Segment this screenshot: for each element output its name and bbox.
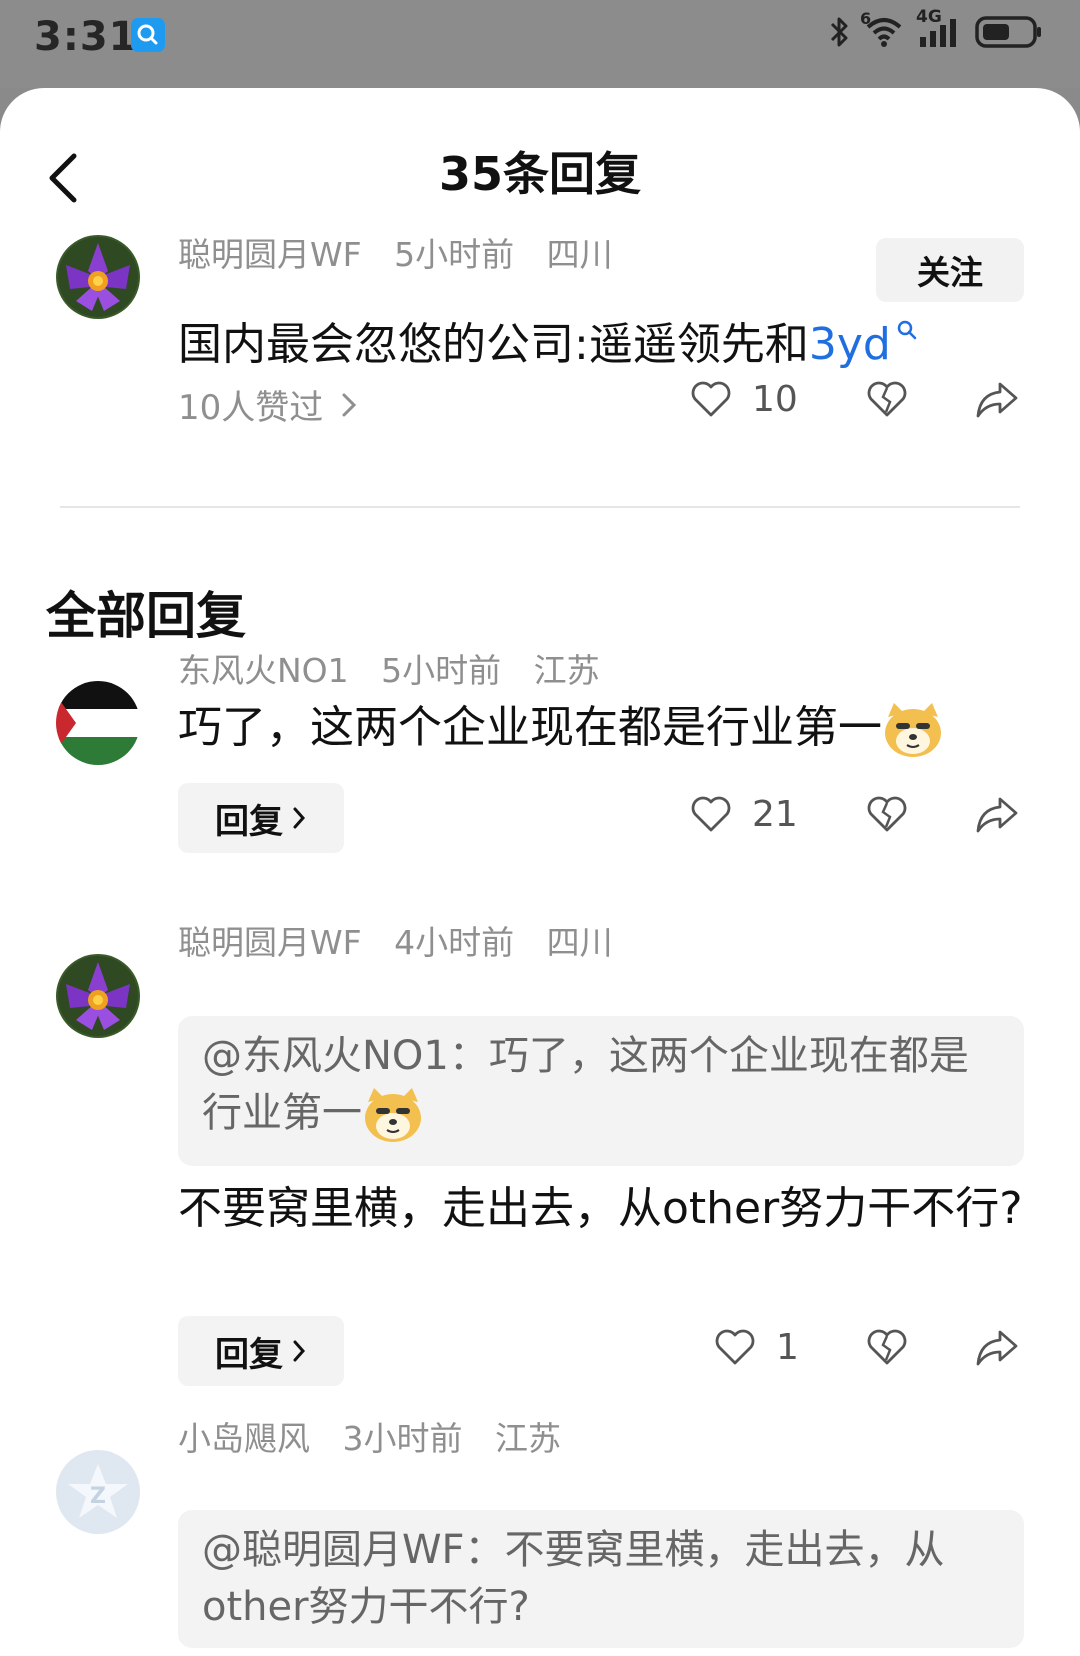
reply-2-like-count: 1 — [776, 1326, 799, 1368]
broken-heart-icon[interactable] — [864, 791, 910, 837]
svg-text:Z: Z — [90, 1484, 106, 1509]
share-icon[interactable] — [974, 376, 1020, 422]
wifi-icon: 6 — [860, 9, 904, 53]
avatar-original-poster[interactable] — [56, 235, 140, 319]
reply-1-time: 5小时前 — [381, 651, 502, 690]
reply-2-time: 4小时前 — [394, 923, 515, 962]
reply-button-2[interactable]: 回复 — [178, 1316, 344, 1386]
status-bar: 3:31 6 4G — [0, 0, 1080, 88]
reply-1-text-body: 巧了，这两个企业现在都是行业第一 — [178, 702, 882, 753]
reply-2-username[interactable]: 聪明圆月WF — [178, 923, 362, 962]
reply-button-1[interactable]: 回复 — [178, 783, 344, 853]
wifi-badge: 6 — [860, 9, 872, 28]
post-actions: 10 — [688, 376, 1020, 422]
network-type: 4G — [916, 7, 942, 27]
page-title: 35条回复 — [438, 147, 641, 201]
chevron-right-icon — [293, 807, 306, 829]
reply-1-username[interactable]: 东风火NO1 — [178, 651, 349, 690]
doge-emoji-icon — [362, 1086, 424, 1144]
reply-3-quote-text: @聪明圆月WF：不要窝里横，走出去，从other努力干不行? — [202, 1527, 945, 1630]
likers-label: 10人赞过 — [178, 388, 324, 428]
bluetooth-icon — [828, 14, 852, 54]
signal-icon: 4G — [916, 7, 962, 53]
chevron-right-icon — [342, 393, 357, 416]
reply-1-meta: 东风火NO1 5小时前 江苏 — [178, 644, 622, 692]
section-title: 全部回复 — [46, 587, 246, 645]
reply-3-location: 江苏 — [495, 1419, 561, 1458]
reply-1-location: 江苏 — [533, 651, 600, 690]
like-count: 10 — [752, 378, 798, 420]
reply-button-2-label: 回复 — [215, 1334, 283, 1375]
likers-link[interactable]: 10人赞过 — [178, 380, 359, 429]
heart-icon[interactable] — [688, 376, 734, 422]
reply-1-text: 巧了，这两个企业现在都是行业第一 — [178, 697, 944, 759]
battery-icon — [974, 14, 1044, 54]
status-icons: 6 4G — [828, 7, 1044, 54]
follow-button[interactable]: 关注 — [876, 238, 1024, 302]
reply-3-username[interactable]: 小岛飓风 — [178, 1419, 310, 1458]
status-time: 3:31 — [34, 14, 138, 60]
reply-1-actions: 21 — [688, 791, 1020, 837]
reply-1-like-count: 21 — [752, 793, 798, 835]
share-icon[interactable] — [974, 1324, 1020, 1370]
search-icon[interactable] — [895, 308, 919, 359]
heart-icon[interactable] — [712, 1324, 758, 1370]
reply-3-time: 3小时前 — [342, 1419, 463, 1458]
avatar-reply-2[interactable] — [56, 954, 140, 1038]
post-time: 5小时前 — [394, 235, 515, 274]
post-username[interactable]: 聪明圆月WF — [178, 235, 362, 274]
reply-2-quote-text: @东风火NO1：巧了，这两个企业现在都是行业第一 — [202, 1033, 969, 1136]
reply-3-quote[interactable]: @聪明圆月WF：不要窝里横，走出去，从other努力干不行? — [178, 1510, 1024, 1648]
reply-2-quote[interactable]: @东风火NO1：巧了，这两个企业现在都是行业第一 — [178, 1016, 1024, 1166]
doge-emoji-icon — [882, 701, 944, 759]
chevron-right-icon — [293, 1340, 306, 1362]
post-meta: 聪明圆月WF 5小时前 四川 — [178, 228, 635, 276]
post-location: 四川 — [546, 235, 613, 274]
post-text: 国内最会忽悠的公司:遥遥领先和3yd — [178, 308, 919, 372]
reply-2-actions: 1 — [712, 1324, 1020, 1370]
topic-link[interactable]: 3yd — [809, 319, 891, 370]
heart-icon[interactable] — [688, 791, 734, 837]
share-icon[interactable] — [974, 791, 1020, 837]
broken-heart-icon[interactable] — [864, 376, 910, 422]
reply-3-meta: 小岛飓风 3小时前 江苏 — [178, 1412, 583, 1460]
avatar-reply-3[interactable]: Z — [56, 1450, 140, 1534]
reply-2-text: 不要窝里横，走出去，从other努力干不行? — [178, 1183, 1023, 1234]
reply-2-meta: 聪明圆月WF 4小时前 四川 — [178, 916, 635, 964]
broken-heart-icon[interactable] — [864, 1324, 910, 1370]
reply-button-1-label: 回复 — [215, 801, 283, 842]
divider — [60, 506, 1020, 508]
replies-sheet: 35条回复 聪明圆月WF 5小时前 四川 关注 国内最会忽悠的公司:遥遥领先和3… — [0, 88, 1080, 1656]
reply-2-location: 四川 — [546, 923, 613, 962]
avatar-reply-1[interactable] — [56, 681, 140, 765]
post-text-body: 国内最会忽悠的公司:遥遥领先和 — [178, 319, 809, 370]
search-app-icon — [131, 18, 165, 52]
